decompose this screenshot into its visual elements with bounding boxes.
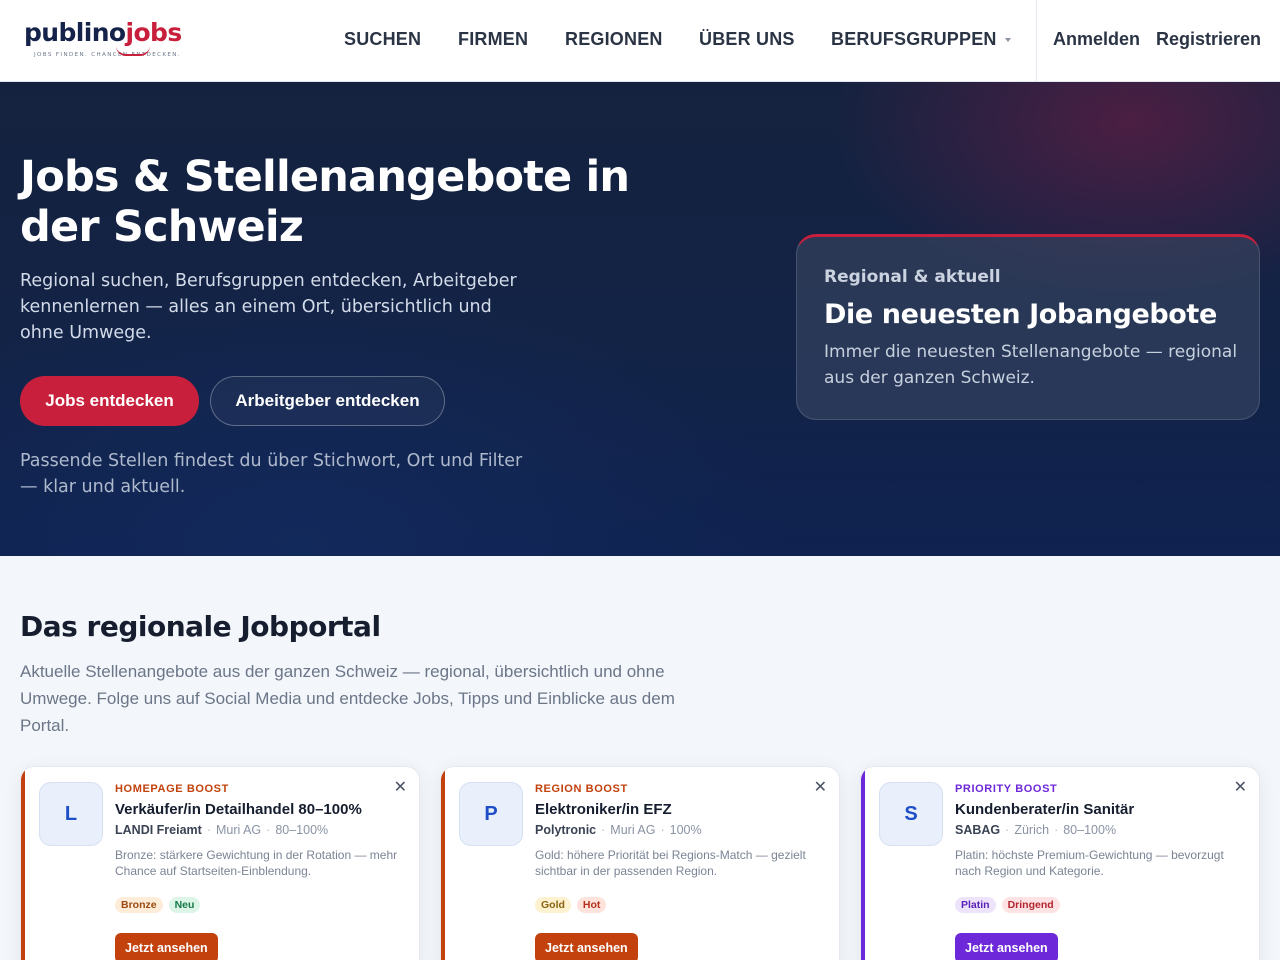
- meta-separator: ·: [601, 823, 606, 837]
- hero-title: Jobs & Stellenangebote in der Schweiz: [20, 152, 630, 252]
- company-avatar: P: [459, 782, 523, 846]
- jobs-entdecken-button[interactable]: Jobs entdecken: [20, 376, 199, 426]
- login-link[interactable]: Anmelden: [1053, 29, 1140, 50]
- job-title[interactable]: Elektroniker/in EFZ: [535, 801, 672, 818]
- job-title[interactable]: Verkäufer/in Detailhandel 80–100%: [115, 801, 362, 818]
- close-icon[interactable]: ✕: [814, 777, 827, 797]
- nav-regionen[interactable]: REGIONEN: [565, 29, 663, 50]
- meta-separator: ·: [206, 823, 211, 837]
- logo-tagline: JOBS FINDEN. CHANCEN ENTDECKEN.: [34, 52, 181, 58]
- hero-section: Jobs & Stellenangebote in der Schweiz Re…: [0, 82, 1280, 556]
- nav-firmen[interactable]: FIRMEN: [458, 29, 528, 50]
- card-accent-bar: [441, 767, 445, 960]
- latest-jobs-text: Immer die neuesten Stellenangebote — reg…: [824, 342, 1238, 388]
- chevron-down-icon: [1004, 38, 1011, 43]
- company-name: LANDI Freiamt: [115, 823, 202, 837]
- boost-label: REGION BOOST: [535, 783, 628, 795]
- close-icon[interactable]: ✕: [394, 777, 407, 797]
- job-card-polytronic[interactable]: P REGION BOOST ✕ Elektroniker/in EFZ Pol…: [440, 766, 840, 960]
- tag-gold: Gold: [535, 897, 571, 913]
- company-name: Polytronic: [535, 823, 597, 837]
- section-title: Das regionale Jobportal: [20, 610, 381, 643]
- job-description: Platin: höchste Premium-Gewichtung — bev…: [955, 848, 1224, 878]
- logo-part-jobs: jobs: [125, 18, 183, 47]
- logo-wordmark: publinojobs: [24, 18, 184, 48]
- job-tags: Gold Hot: [535, 897, 607, 913]
- logo-smile-icon: [116, 46, 150, 56]
- job-title[interactable]: Kundenberater/in Sanitär: [955, 801, 1134, 818]
- hero-note: Passende Stellen findest du über Stichwo…: [20, 451, 523, 497]
- logo-part-publino: publino: [24, 18, 126, 47]
- jetzt-ansehen-button[interactable]: Jetzt ansehen: [115, 933, 218, 960]
- nav-berufsgruppen[interactable]: BERUFSGRUPPEN: [831, 29, 1011, 50]
- nav-ueber-uns[interactable]: ÜBER UNS: [699, 29, 795, 50]
- meta-separator: ·: [660, 823, 665, 837]
- card-accent-bar: [21, 767, 25, 960]
- job-tags: Bronze Neu: [115, 897, 201, 913]
- company-name: SABAG: [955, 823, 1001, 837]
- site-header: publinojobs JOBS FINDEN. CHANCEN ENTDECK…: [0, 0, 1280, 82]
- tag-neu: Neu: [168, 897, 201, 913]
- tag-hot: Hot: [576, 897, 607, 913]
- job-meta: SABAG · Zürich · 80–100%: [955, 823, 1116, 837]
- card-accent-bar: [861, 767, 865, 960]
- jetzt-ansehen-button[interactable]: Jetzt ansehen: [535, 933, 638, 960]
- job-card-sabag[interactable]: S PRIORITY BOOST ✕ Kundenberater/in Sani…: [860, 766, 1260, 960]
- nav-divider: [1036, 0, 1037, 82]
- tag-platin: Platin: [955, 897, 996, 913]
- publinojobs-logo[interactable]: publinojobs JOBS FINDEN. CHANCEN ENTDECK…: [24, 18, 184, 62]
- meta-separator: ·: [1005, 823, 1010, 837]
- nav-suchen[interactable]: SUCHEN: [344, 29, 421, 50]
- hero-subtitle: Regional suchen, Berufsgruppen entdecken…: [20, 271, 517, 343]
- tag-dringend: Dringend: [1001, 897, 1060, 913]
- job-workload: 80–100%: [1063, 823, 1117, 837]
- tag-bronze: Bronze: [115, 897, 163, 913]
- latest-jobs-card: Regional & aktuell Die neuesten Jobangeb…: [796, 234, 1260, 420]
- nav-berufsgruppen-label: BERUFSGRUPPEN: [831, 29, 997, 49]
- close-icon[interactable]: ✕: [1234, 777, 1247, 797]
- boost-label: PRIORITY BOOST: [955, 783, 1058, 795]
- latest-jobs-kicker: Regional & aktuell: [824, 267, 1001, 287]
- job-meta: Polytronic · Muri AG · 100%: [535, 823, 702, 837]
- job-workload: 100%: [669, 823, 702, 837]
- meta-separator: ·: [1054, 823, 1059, 837]
- arbeitgeber-entdecken-button[interactable]: Arbeitgeber entdecken: [210, 376, 445, 426]
- job-tags: Platin Dringend: [955, 897, 1060, 913]
- register-link[interactable]: Registrieren: [1156, 29, 1261, 50]
- company-avatar: L: [39, 782, 103, 846]
- meta-separator: ·: [266, 823, 271, 837]
- latest-jobs-title: Die neuesten Jobangebote: [824, 299, 1217, 330]
- job-location: Zürich: [1014, 823, 1050, 837]
- boost-label: HOMEPAGE BOOST: [115, 783, 229, 795]
- job-workload: 80–100%: [275, 823, 329, 837]
- job-card-landi[interactable]: L HOMEPAGE BOOST ✕ Verkäufer/in Detailha…: [20, 766, 420, 960]
- job-location: Muri AG: [216, 823, 262, 837]
- job-description: Gold: höhere Priorität bei Regions-Match…: [535, 848, 806, 878]
- section-text: Aktuelle Stellenangebote aus der ganzen …: [20, 662, 675, 735]
- job-meta: LANDI Freiamt · Muri AG · 80–100%: [115, 823, 328, 837]
- company-avatar: S: [879, 782, 943, 846]
- jetzt-ansehen-button[interactable]: Jetzt ansehen: [955, 933, 1058, 960]
- job-location: Muri AG: [610, 823, 656, 837]
- job-description: Bronze: stärkere Gewichtung in der Rotat…: [115, 848, 398, 878]
